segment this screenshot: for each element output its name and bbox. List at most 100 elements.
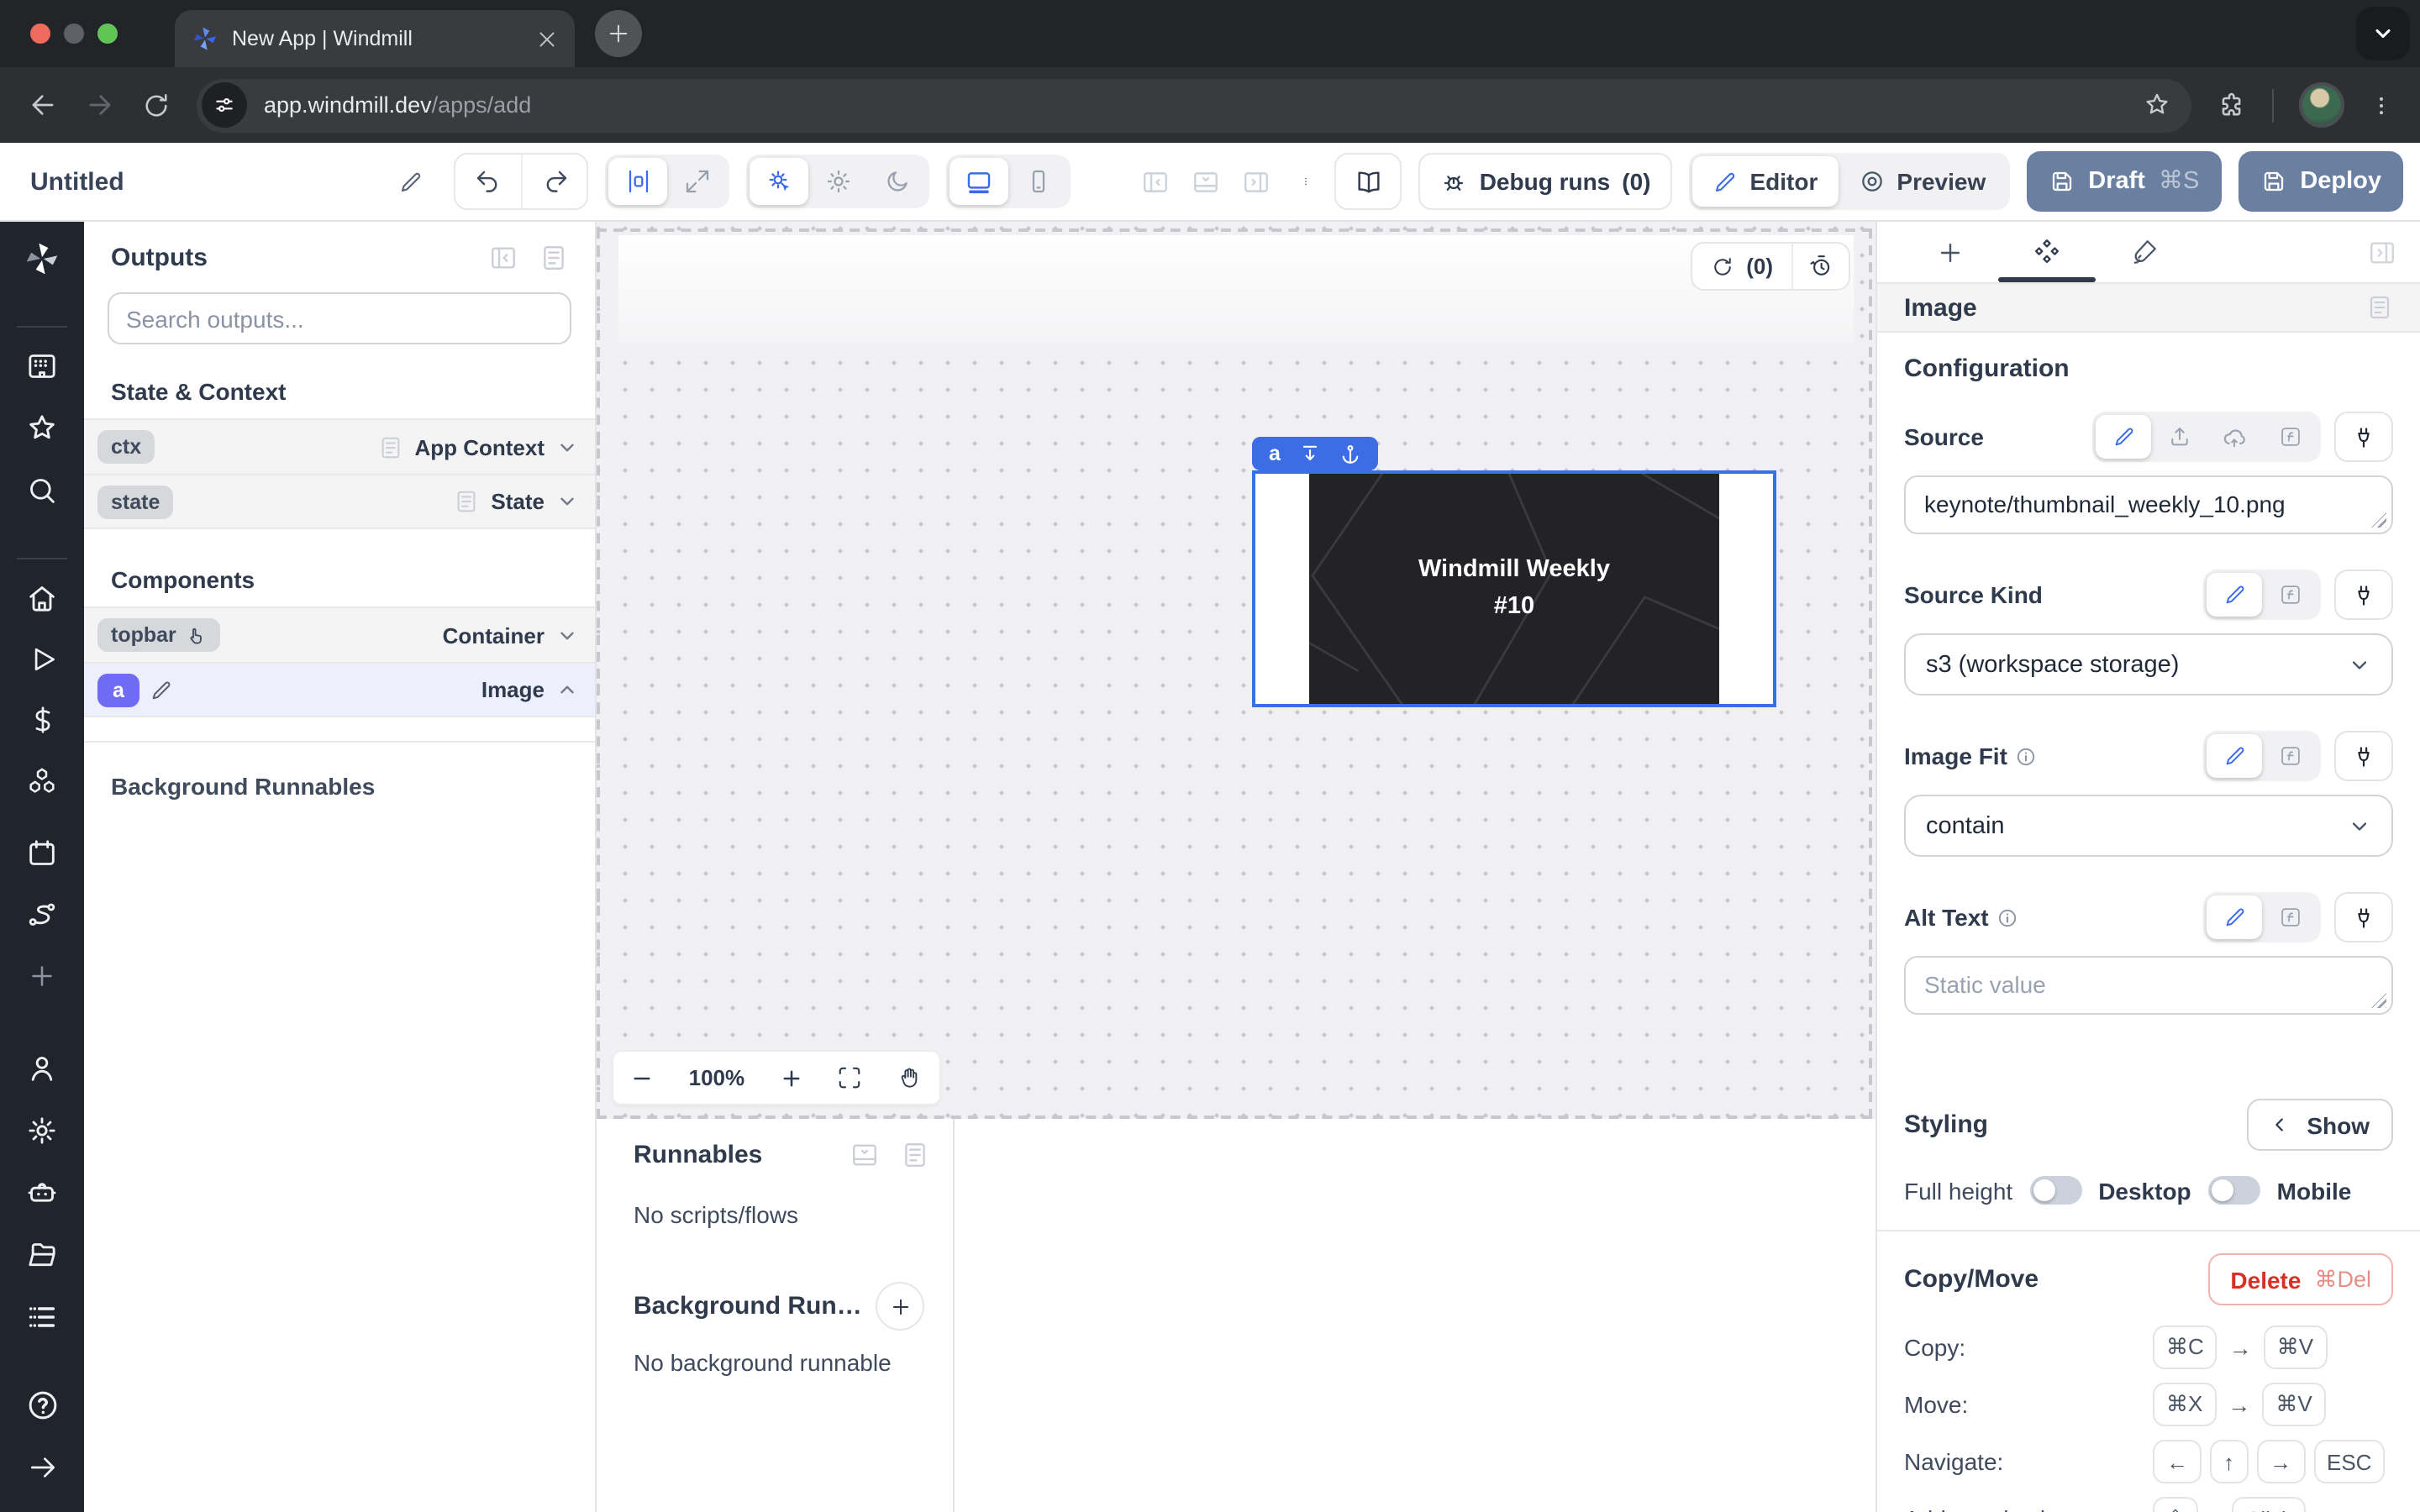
eval-input-button[interactable] [2262,573,2317,617]
extensions-icon[interactable] [2217,90,2247,120]
close-tab-icon[interactable] [536,28,558,50]
debug-runs-button[interactable]: Debug runs (0) [1419,153,1673,210]
resize-handle[interactable] [2371,512,2386,528]
profile-avatar[interactable] [2299,82,2344,128]
panel-left-toggle-icon[interactable] [1142,167,1171,196]
reload-icon[interactable] [141,90,171,120]
cloud-upload-input-button[interactable] [2207,415,2262,459]
tab-insert[interactable] [1901,222,1998,282]
selection-toolbar[interactable]: a [1252,437,1378,470]
zoom-in-icon[interactable] [779,1066,802,1089]
delete-component-button[interactable]: Delete ⌘Del [2208,1253,2393,1305]
sidebar-item-runs[interactable] [26,643,58,675]
topbar-container-region[interactable] [618,235,1854,343]
deploy-button[interactable]: Deploy [2238,151,2403,212]
sidebar-item-flows[interactable] [25,899,59,932]
fullscreen-toggle[interactable] [667,158,726,205]
sidebar-item-home[interactable] [25,581,59,615]
alt-text-input[interactable]: Static value [1904,956,2393,1015]
component-row-topbar[interactable]: topbar Container [84,606,595,662]
browser-tab[interactable]: New App | Windmill [175,10,575,67]
sidebar-item-settings[interactable] [25,1115,59,1148]
refresh-app-button[interactable]: (0) [1692,254,1791,279]
panel-right-toggle-icon[interactable] [1243,167,1271,196]
maximize-window-button[interactable] [97,24,118,44]
chevron-down-icon[interactable] [556,624,578,646]
sidebar-item-workers[interactable] [25,1177,59,1210]
eval-input-button[interactable] [2262,895,2317,939]
expand-down-icon[interactable] [1299,443,1321,465]
rename-pencil-icon[interactable] [150,678,173,701]
add-background-runnable-button[interactable] [876,1282,924,1331]
close-window-button[interactable] [30,24,50,44]
static-input-button[interactable] [2096,415,2151,459]
panel-bottom-toggle-icon[interactable] [1192,167,1221,196]
topbar-badge[interactable]: topbar [97,618,220,652]
sidebar-item-folders[interactable] [25,1239,59,1273]
doc-icon[interactable] [539,244,568,272]
sidebar-item-add[interactable] [27,961,57,991]
editor-tab[interactable]: Editor [1693,156,1839,207]
collapse-right-panel-icon[interactable] [2368,238,2396,266]
windmill-logo[interactable] [24,240,60,276]
minimize-window-button[interactable] [64,24,84,44]
window-controls[interactable] [30,24,118,44]
theme-auto-button[interactable] [750,158,808,205]
collapse-rail-button[interactable] [26,1452,58,1483]
desktop-view-button[interactable] [950,158,1008,205]
upload-input-button[interactable] [2151,415,2207,459]
image-fit-select[interactable]: contain [1904,795,2393,857]
pan-hand-icon[interactable] [897,1065,922,1090]
show-styling-button[interactable]: Show [2246,1099,2393,1151]
center-content-toggle[interactable] [608,158,667,205]
doc-icon[interactable] [901,1141,929,1169]
static-input-button[interactable] [2207,895,2262,939]
a-badge[interactable]: a [97,673,139,706]
sidebar-item-search[interactable] [25,474,59,507]
full-height-mobile-toggle[interactable] [2208,1176,2260,1205]
output-row-state[interactable]: state State [84,474,595,529]
static-input-button[interactable] [2207,573,2262,617]
theme-dark-button[interactable] [867,158,926,205]
collapse-panel-icon[interactable] [489,244,518,272]
site-settings-icon[interactable] [202,82,247,128]
app-title-area[interactable]: Untitled [20,167,437,196]
draft-button[interactable]: Draft ⌘S [2026,151,2221,212]
more-options-icon[interactable] [1295,168,1318,195]
rename-pencil-icon[interactable] [398,169,424,194]
preview-tab[interactable]: Preview [1838,156,2006,207]
tab-search-button[interactable] [2356,7,2410,60]
eval-input-button[interactable] [2262,734,2317,778]
sidebar-item-schedules[interactable] [25,837,59,870]
undo-button[interactable] [455,155,521,208]
sidebar-item-resources[interactable] [25,764,59,798]
full-height-desktop-toggle[interactable] [2029,1176,2081,1205]
tab-styling[interactable] [2096,222,2193,282]
doc-icon[interactable] [2366,294,2393,321]
app-canvas[interactable]: (0) a [597,222,1876,1119]
chevron-down-icon[interactable] [556,436,578,458]
theme-light-button[interactable] [808,158,867,205]
docs-button[interactable] [1335,153,1402,210]
resize-handle[interactable] [2371,993,2386,1008]
redo-button[interactable] [521,155,587,208]
sidebar-item-logs[interactable] [25,1301,59,1335]
back-icon[interactable] [27,89,59,121]
bookmark-star-icon[interactable] [2143,91,2171,119]
zoom-out-icon[interactable] [631,1066,655,1089]
sidebar-item-workspace[interactable] [25,349,59,383]
tab-component-settings[interactable] [1998,222,2096,282]
state-badge[interactable]: state [97,485,173,518]
sidebar-item-variables[interactable] [26,704,58,736]
output-row-ctx[interactable]: ctx App Context [84,418,595,474]
ctx-badge[interactable]: ctx [97,430,155,464]
connect-output-button[interactable] [2334,412,2393,462]
source-kind-select[interactable]: s3 (workspace storage) [1904,633,2393,696]
url-text[interactable]: app.windmill.dev/apps/add [264,92,2126,118]
new-tab-button[interactable] [595,10,642,57]
chevron-down-icon[interactable] [556,491,578,512]
connect-output-button[interactable] [2334,731,2393,781]
image-component[interactable]: a [1252,470,1776,707]
eval-input-button[interactable] [2262,415,2317,459]
fit-view-icon[interactable] [837,1065,862,1090]
